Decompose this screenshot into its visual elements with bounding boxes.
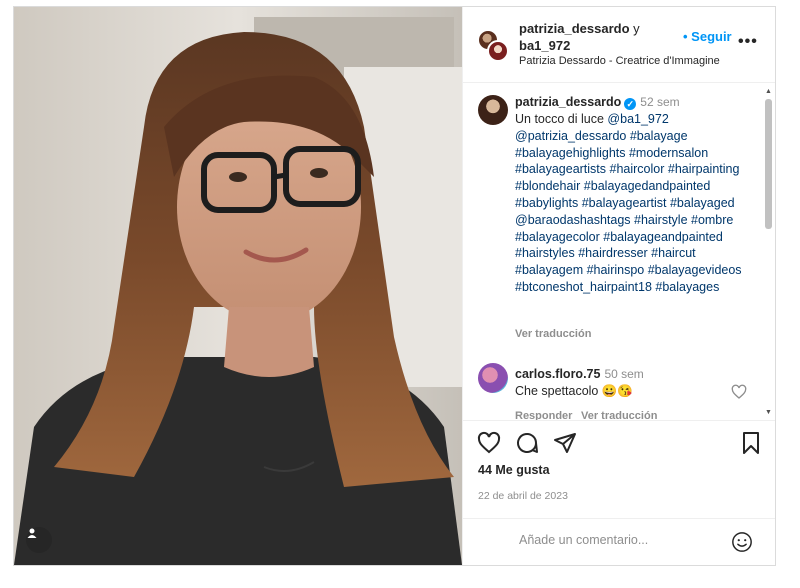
- heart-icon[interactable]: [477, 431, 501, 455]
- and-text: y: [633, 21, 640, 36]
- comment-input[interactable]: [519, 533, 719, 547]
- caption-intro: Un tocco di luce: [515, 112, 608, 126]
- emoji-icon[interactable]: [731, 531, 753, 553]
- more-icon[interactable]: •••: [738, 33, 758, 51]
- caption-time[interactable]: 52 sem: [640, 95, 679, 109]
- verified-icon: ✓: [624, 98, 637, 110]
- collab-avatars[interactable]: [477, 29, 511, 63]
- caption-tags[interactable]: @ba1_972 @patrizia_dessardo #balayage #b…: [515, 112, 742, 294]
- caption-text: Un tocco di luce @ba1_972 @patrizia_dess…: [515, 111, 755, 296]
- collab-usernames: patrizia_dessardo y ba1_972: [519, 20, 649, 54]
- avatar[interactable]: [478, 363, 508, 393]
- likes-count[interactable]: 44 Me gusta: [478, 463, 550, 477]
- comment-icon[interactable]: [515, 431, 539, 455]
- see-translation-button[interactable]: Ver traducción: [515, 328, 591, 340]
- bookmark-icon[interactable]: [739, 431, 763, 455]
- caption-header: patrizia_dessardo ✓ 52 sem: [515, 95, 680, 110]
- see-translation-button[interactable]: Ver traducción: [581, 410, 657, 420]
- instagram-post: patrizia_dessardo y ba1_972 Patrizia Des…: [13, 6, 776, 566]
- scrollbar[interactable]: ▲ ▼: [764, 87, 773, 417]
- portrait-image: [14, 7, 462, 565]
- share-icon[interactable]: [553, 431, 577, 455]
- comments-section: patrizia_dessardo ✓ 52 sem Un tocco di luc…: [463, 85, 775, 420]
- post-sidebar: patrizia_dessardo y ba1_972 Patrizia Des…: [462, 7, 775, 565]
- user-tag-icon[interactable]: [26, 527, 52, 553]
- username-link[interactable]: patrizia_dessardo: [519, 21, 630, 36]
- comment-time[interactable]: 50 sem: [604, 367, 643, 381]
- avatar[interactable]: [478, 95, 508, 125]
- comment-username[interactable]: carlos.floro.75: [515, 367, 600, 381]
- heart-icon[interactable]: [731, 384, 747, 400]
- scroll-down-icon[interactable]: ▼: [764, 408, 773, 417]
- header-subtitle[interactable]: Patrizia Dessardo - Creatrice d'Immagine: [519, 55, 720, 67]
- scroll-up-icon[interactable]: ▲: [764, 87, 773, 96]
- follow-button[interactable]: • Seguir: [683, 29, 732, 44]
- post-date[interactable]: 22 de abril de 2023: [478, 490, 568, 502]
- username-link[interactable]: ba1_972: [519, 38, 570, 53]
- comment-text: Che spettacolo 😀😘: [515, 384, 633, 398]
- post-header: patrizia_dessardo y ba1_972 Patrizia Des…: [463, 7, 775, 83]
- comment-header: carlos.floro.75 50 sem: [515, 367, 644, 381]
- post-photo[interactable]: [14, 7, 462, 565]
- scrollbar-thumb[interactable]: [765, 99, 772, 229]
- caption-username[interactable]: patrizia_dessardo: [515, 95, 621, 109]
- avatar: [487, 40, 509, 62]
- add-comment-bar: [463, 518, 775, 565]
- post-actions: 44 Me gusta 22 de abril de 2023: [463, 420, 775, 518]
- reply-button[interactable]: Responder: [515, 410, 572, 420]
